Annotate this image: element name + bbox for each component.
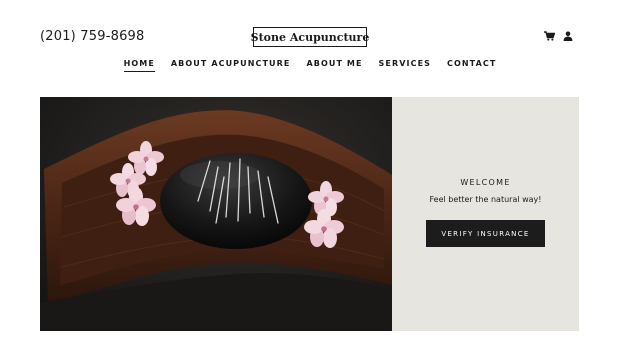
hero-image — [40, 97, 392, 331]
welcome-heading: WELCOME — [460, 178, 511, 187]
phone-number[interactable]: (201) 759-8698 — [40, 29, 144, 44]
main-nav: HOME ABOUT ACUPUNCTURE ABOUT ME SERVICES… — [0, 59, 620, 72]
nav-contact[interactable]: CONTACT — [447, 59, 496, 72]
user-icon[interactable] — [563, 31, 573, 41]
nav-about-me[interactable]: ABOUT ME — [306, 59, 362, 72]
header-icons — [544, 31, 573, 41]
cart-icon[interactable] — [544, 31, 555, 41]
verify-insurance-button[interactable]: VERIFY INSURANCE — [426, 220, 545, 247]
nav-services[interactable]: SERVICES — [379, 59, 431, 72]
nav-home[interactable]: HOME — [123, 59, 155, 72]
tagline: Feel better the natural way! — [429, 195, 542, 204]
hero-panel: WELCOME Feel better the natural way! VER… — [392, 97, 579, 331]
nav-about-acupuncture[interactable]: ABOUT ACUPUNCTURE — [171, 59, 291, 72]
site-logo[interactable]: Stone Acupuncture — [251, 27, 369, 47]
